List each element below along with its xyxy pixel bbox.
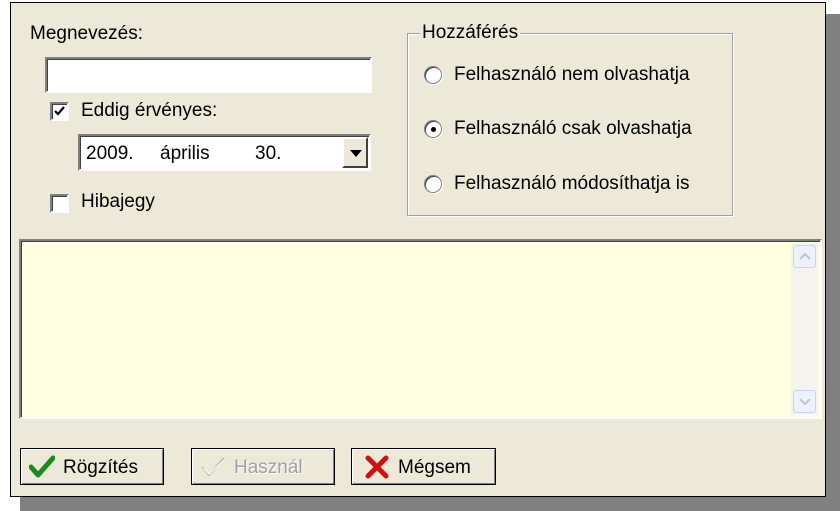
name-label: Megnevezés:	[30, 23, 144, 44]
radio-can-modify-label: Felhasználó módosíthatja is	[454, 173, 690, 194]
valid-until-label: Eddig érvényes:	[81, 100, 218, 121]
chevron-down-icon	[350, 150, 362, 157]
date-day: 30.	[255, 143, 282, 164]
scroll-down-button[interactable]	[793, 390, 816, 413]
chevron-down-icon	[799, 398, 811, 406]
record-button-label: Rögzítés	[63, 457, 138, 478]
date-picker[interactable]: 2009. április 30.	[78, 134, 371, 171]
bug-ticket-checkbox[interactable]	[50, 194, 69, 213]
bug-ticket-label: Hibajegy	[81, 191, 155, 212]
radio-read-only[interactable]	[424, 120, 442, 138]
date-month: április	[160, 143, 210, 164]
dialog-window: Megnevezés: Eddig érvényes: 2009. áprili…	[10, 2, 826, 497]
checkmark-icon	[29, 455, 55, 478]
use-button-label: Használ	[234, 457, 303, 478]
memo-textarea[interactable]	[19, 239, 822, 419]
valid-until-checkbox[interactable]	[50, 102, 69, 121]
chevron-up-icon	[799, 252, 811, 260]
cancel-button-label: Mégsem	[398, 457, 471, 478]
record-button[interactable]: Rögzítés	[20, 448, 164, 485]
use-button[interactable]: Használ	[191, 448, 335, 485]
scroll-up-button[interactable]	[793, 245, 816, 268]
radio-no-read-label: Felhasználó nem olvashatja	[454, 64, 690, 85]
date-year: 2009.	[86, 143, 134, 164]
access-group-title: Hozzáférés	[420, 22, 521, 44]
name-input[interactable]	[45, 57, 372, 93]
cancel-button[interactable]: Mégsem	[351, 448, 496, 485]
date-dropdown-button[interactable]	[342, 137, 368, 168]
window-shadow-right	[826, 14, 840, 511]
radio-read-only-label: Felhasználó csak olvashatja	[454, 118, 692, 139]
close-icon	[365, 455, 389, 479]
radio-can-modify[interactable]	[424, 175, 442, 193]
checkmark-icon	[54, 106, 65, 116]
checkmark-icon	[201, 457, 225, 477]
memo-scrollbar[interactable]	[791, 243, 818, 415]
radio-no-read[interactable]	[424, 66, 442, 84]
window-shadow-bottom	[20, 497, 840, 511]
